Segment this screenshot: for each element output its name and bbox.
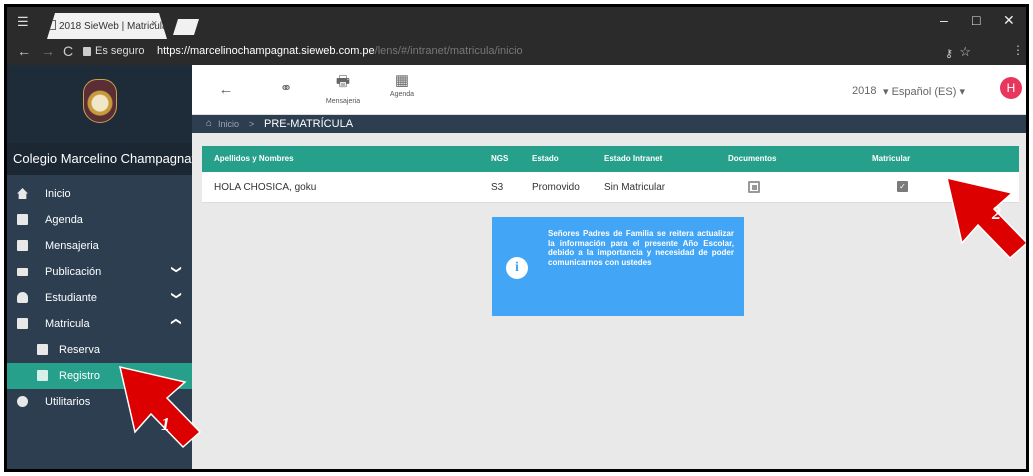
column-header-documentos: Documentos xyxy=(728,154,777,163)
reload-icon[interactable]: C xyxy=(63,43,73,59)
minimize-button[interactable]: – xyxy=(940,12,948,28)
sidebar-item-label: Mensajeria xyxy=(45,240,99,252)
inbox-icon: 🖶 xyxy=(335,73,351,90)
breadcrumb: ⌂ Inicio > PRE-MATRÍCULA xyxy=(192,115,1026,133)
key-icon[interactable]: ⚷ xyxy=(945,47,953,60)
browser-address-bar: ← → C Es seguro https://marcelinochampag… xyxy=(7,39,1026,65)
secure-label: Es seguro xyxy=(95,45,145,57)
reserve-icon xyxy=(37,344,48,355)
page-title: PRE-MATRÍCULA xyxy=(264,118,354,130)
url-text: https://marcelinochampagnat.sieweb.com.p… xyxy=(157,45,523,57)
sidebar-item-label: Registro xyxy=(59,370,100,382)
callout-number-1: 1 xyxy=(161,414,170,434)
sidebar-item-matricula[interactable]: Matricula ❯ xyxy=(7,311,192,337)
publication-icon xyxy=(17,268,28,276)
url-path: /lens/#/intranet/matricula/inicio xyxy=(374,45,523,57)
close-window-button[interactable]: ✕ xyxy=(1003,12,1015,29)
breadcrumb-home-link[interactable]: Inicio xyxy=(218,119,239,129)
main-content: Apellidos y Nombres NGS Estado Estado In… xyxy=(192,133,1026,469)
info-icon: i xyxy=(506,257,528,279)
student-icon xyxy=(17,292,28,303)
maximize-button[interactable]: □ xyxy=(972,12,980,28)
enroll-checkbox-icon[interactable]: ✓ xyxy=(897,181,908,192)
callout-arrow-1: 1 xyxy=(115,362,205,452)
student-estado: Promovido xyxy=(532,182,580,193)
screenshot-frame: ☰ 2018 SieWeb | Matricula × – □ ✕ ← → C … xyxy=(4,4,1029,472)
url-host: https://marcelinochampagnat.sieweb.com.p… xyxy=(157,45,375,57)
language-select[interactable]: ▾ Español (ES) ▾ xyxy=(883,85,965,98)
sidebar-item-label: Matricula xyxy=(45,318,90,330)
chevron-down-icon: ❯ xyxy=(170,291,182,300)
browser-forward-icon[interactable]: → xyxy=(41,43,55,59)
callout-number-2: 2 xyxy=(992,203,1001,223)
chevron-up-icon: ❯ xyxy=(170,317,182,326)
message-icon xyxy=(17,240,28,251)
table-row: HOLA CHOSICA, goku S3 Promovido Sin Matr… xyxy=(202,172,1019,203)
sidebar-item-estudiante[interactable]: Estudiante ❯ xyxy=(7,285,192,311)
column-header-ngs: NGS xyxy=(491,154,509,163)
book-icon xyxy=(17,318,28,329)
calendar-icon: ▦ xyxy=(394,72,410,89)
student-ngs: S3 xyxy=(491,182,504,193)
sidebar-item-label: Inicio xyxy=(45,188,71,200)
column-header-matricular: Matricular xyxy=(872,154,911,163)
chevron-down-icon: ❯ xyxy=(170,265,182,274)
column-header-estado-intranet: Estado Intranet xyxy=(604,154,663,163)
sidebar-item-label: Estudiante xyxy=(45,292,97,304)
bookmark-star-icon[interactable]: ☆ xyxy=(959,44,971,60)
school-name: Colegio Marcelino Champagnat xyxy=(13,151,196,166)
link-button[interactable]: ⚭ xyxy=(276,79,296,119)
agenda-label: Agenda xyxy=(389,91,415,98)
browser-back-icon[interactable]: ← xyxy=(17,43,31,59)
browser-menu-icon[interactable]: ⋮ xyxy=(1012,43,1024,57)
sidebar-item-reserva[interactable]: Reserva xyxy=(7,337,192,363)
table-header: Apellidos y Nombres NGS Estado Estado In… xyxy=(202,146,1019,172)
window-menu-icon[interactable]: ☰ xyxy=(17,14,35,32)
column-header-name: Apellidos y Nombres xyxy=(214,154,294,163)
breadcrumb-separator: > xyxy=(249,119,255,129)
sidebar-item-label: Agenda xyxy=(45,214,83,226)
sidebar-item-label: Reserva xyxy=(59,344,100,356)
school-name-row: Colegio Marcelino Champagnat xyxy=(7,143,196,175)
url-input[interactable]: Es seguro https://marcelinochampagnat.si… xyxy=(83,42,983,62)
year-select[interactable]: 2018 xyxy=(852,85,876,97)
sidebar-item-inicio[interactable]: Inicio xyxy=(7,181,192,207)
info-notice: i Señores Padres de Familia se reitera a… xyxy=(492,217,744,316)
register-icon xyxy=(37,370,48,381)
sidebar-item-agenda[interactable]: Agenda xyxy=(7,207,192,233)
link-icon: ⚭ xyxy=(279,80,293,97)
app-toolbar: ← ⚭ 🖶 Mensajeria ▦ Agenda 2018 ▾ Español… xyxy=(192,65,1026,115)
arrow-left-icon: ← xyxy=(218,81,234,98)
documents-icon[interactable] xyxy=(748,181,760,193)
sidebar-item-mensajeria[interactable]: Mensajeria xyxy=(7,233,192,259)
sidebar-item-publicacion[interactable]: Publicación ❯ xyxy=(7,259,192,285)
document-icon xyxy=(49,20,56,30)
callout-arrow-2: 2 xyxy=(942,173,1026,263)
notice-text: Señores Padres de Familia se reitera act… xyxy=(548,229,734,267)
tools-icon xyxy=(17,396,28,407)
calendar-icon xyxy=(17,214,28,225)
student-estado-intranet: Sin Matricular xyxy=(604,182,666,193)
browser-titlebar: ☰ 2018 SieWeb | Matricula × – □ ✕ xyxy=(7,7,1026,39)
red-arrow-icon xyxy=(945,176,1026,260)
tab-close-icon[interactable]: × xyxy=(151,18,157,30)
messaging-button[interactable]: 🖶 Mensajeria xyxy=(320,71,366,111)
agenda-button[interactable]: ▦ Agenda xyxy=(384,71,420,111)
new-tab-button[interactable] xyxy=(173,19,199,35)
student-name: HOLA CHOSICA, goku xyxy=(214,182,317,193)
school-crest-logo xyxy=(83,79,117,123)
sidebar-item-label: Utilitarios xyxy=(45,396,91,408)
browser-tab[interactable]: 2018 SieWeb | Matricula × xyxy=(47,13,167,39)
red-arrow-icon xyxy=(118,365,202,449)
sidebar-item-label: Publicación xyxy=(45,266,102,278)
avatar[interactable]: H xyxy=(1000,77,1022,99)
messaging-label: Mensajeria xyxy=(325,98,361,105)
lock-icon xyxy=(83,47,91,56)
logo-area xyxy=(7,65,192,143)
home-icon[interactable]: ⌂ xyxy=(206,118,212,129)
column-header-estado: Estado xyxy=(532,154,559,163)
home-icon xyxy=(17,188,28,199)
